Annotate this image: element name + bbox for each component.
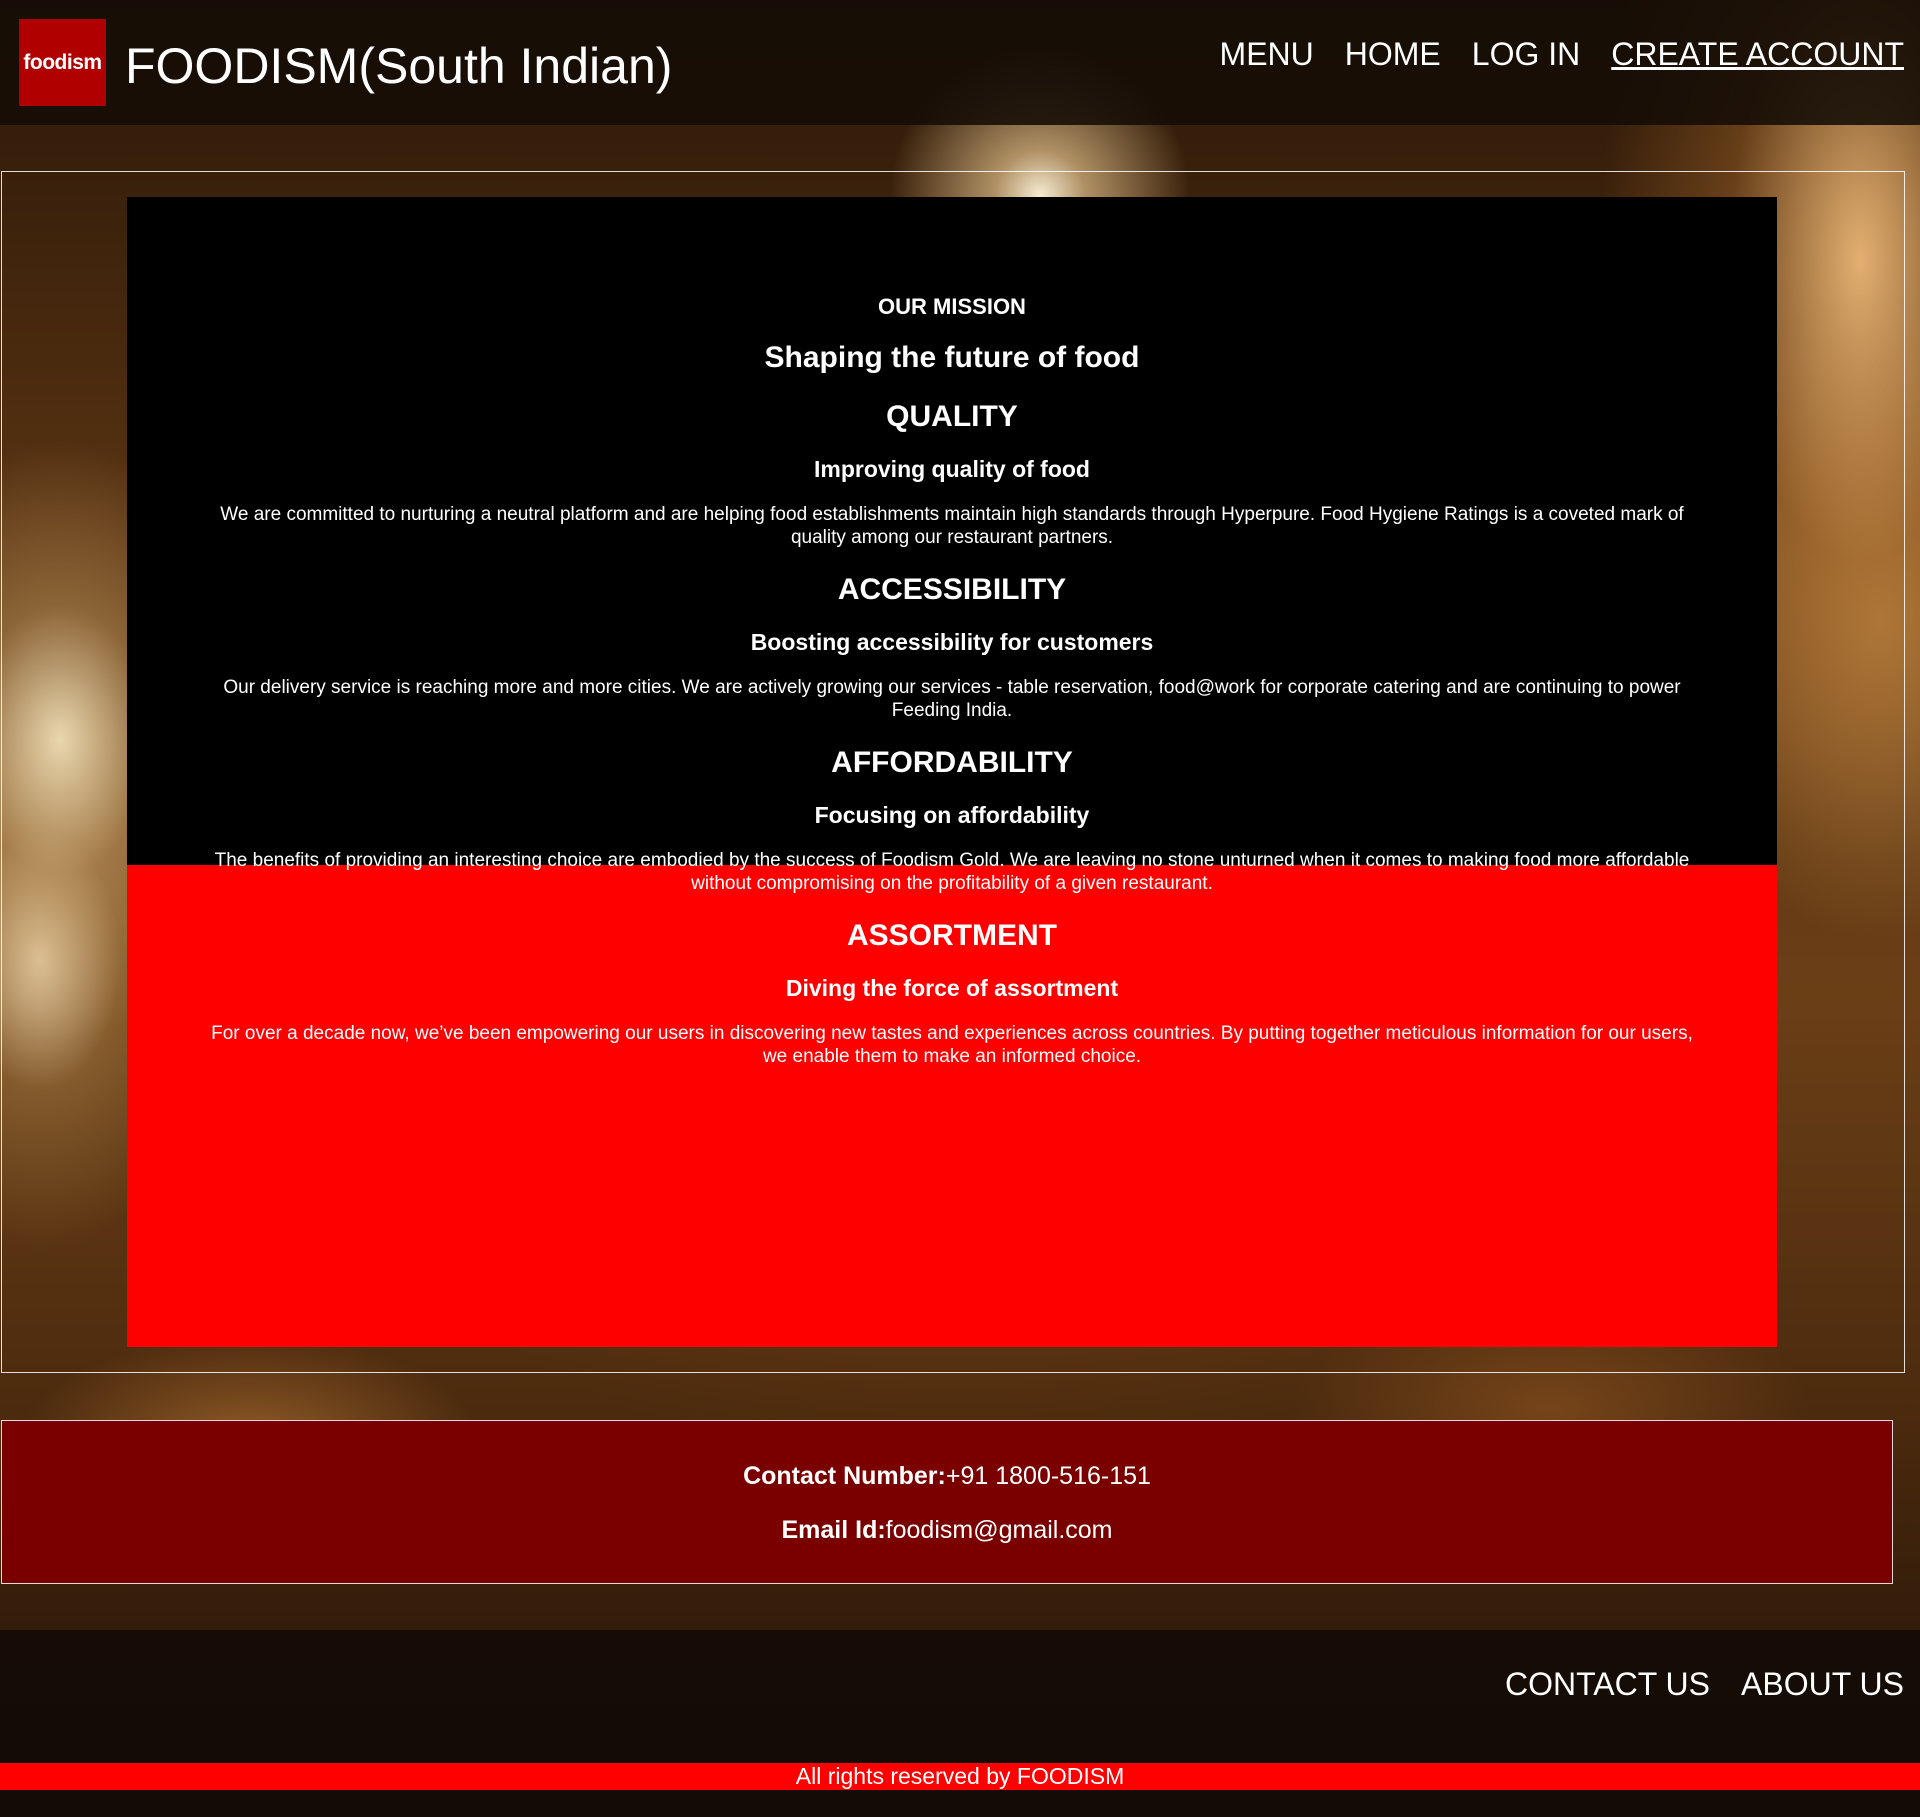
section-subtitle-accessibility: Boosting accessibility for customers — [750, 629, 1154, 655]
nav-login-link[interactable]: LOG IN — [1472, 34, 1580, 74]
section-subtitle-affordability: Focusing on affordability — [814, 802, 1090, 828]
contact-phone: Contact Number:+91 1800-516-151 — [2, 1461, 1892, 1491]
nav-home-link[interactable]: HOME — [1345, 34, 1441, 74]
section-title-affordability: AFFORDABILITY — [831, 746, 1073, 779]
contact-phone-label: Contact Number: — [743, 1462, 946, 1490]
footer-nav: CONTACT US ABOUT US — [1505, 1664, 1904, 1704]
section-subtitle-quality: Improving quality of food — [814, 456, 1090, 482]
site-header: foodism FOODISM(South Indian) MENU HOME … — [0, 0, 1920, 125]
mission-panel: OUR MISSION Shaping the future of food Q… — [127, 197, 1777, 1347]
contact-email-label: Email Id: — [781, 1516, 886, 1544]
footer-contact-us-link[interactable]: CONTACT US — [1505, 1664, 1710, 1704]
mission-headline: Shaping the future of food — [764, 341, 1140, 374]
contact-box: Contact Number:+91 1800-516-151 Email Id… — [1, 1420, 1893, 1584]
mission-content: OUR MISSION Shaping the future of food Q… — [127, 294, 1777, 1068]
contact-phone-value: +91 1800-516-151 — [945, 1462, 1151, 1490]
contact-email-value: foodism@gmail.com — [885, 1516, 1113, 1544]
brand-logo[interactable]: foodism — [19, 19, 106, 106]
section-title-assortment: ASSORTMENT — [847, 919, 1057, 952]
section-body-affordability: The benefits of providing an interesting… — [214, 850, 1690, 894]
section-title-quality: QUALITY — [886, 400, 1018, 433]
logo-text: foodism — [23, 50, 102, 74]
main-nav: MENU HOME LOG IN CREATE ACCOUNT — [1220, 34, 1904, 74]
section-body-assortment: For over a decade now, we’ve been empowe… — [211, 1023, 1693, 1067]
section-body-accessibility: Our delivery service is reaching more an… — [223, 677, 1681, 721]
section-subtitle-assortment: Diving the force of assortment — [785, 975, 1119, 1001]
copyright-bar: All rights reserved by FOODISM — [0, 1763, 1920, 1790]
nav-menu-link[interactable]: MENU — [1220, 34, 1314, 74]
footer-about-us-link[interactable]: ABOUT US — [1741, 1664, 1904, 1704]
section-body-quality: We are committed to nurturing a neutral … — [220, 504, 1684, 548]
nav-create-account-link[interactable]: CREATE ACCOUNT — [1611, 34, 1904, 74]
section-title-accessibility: ACCESSIBILITY — [837, 573, 1067, 606]
site-title: FOODISM(South Indian) — [125, 38, 673, 94]
mission-eyebrow: OUR MISSION — [878, 294, 1026, 319]
contact-email: Email Id:foodism@gmail.com — [2, 1515, 1892, 1545]
